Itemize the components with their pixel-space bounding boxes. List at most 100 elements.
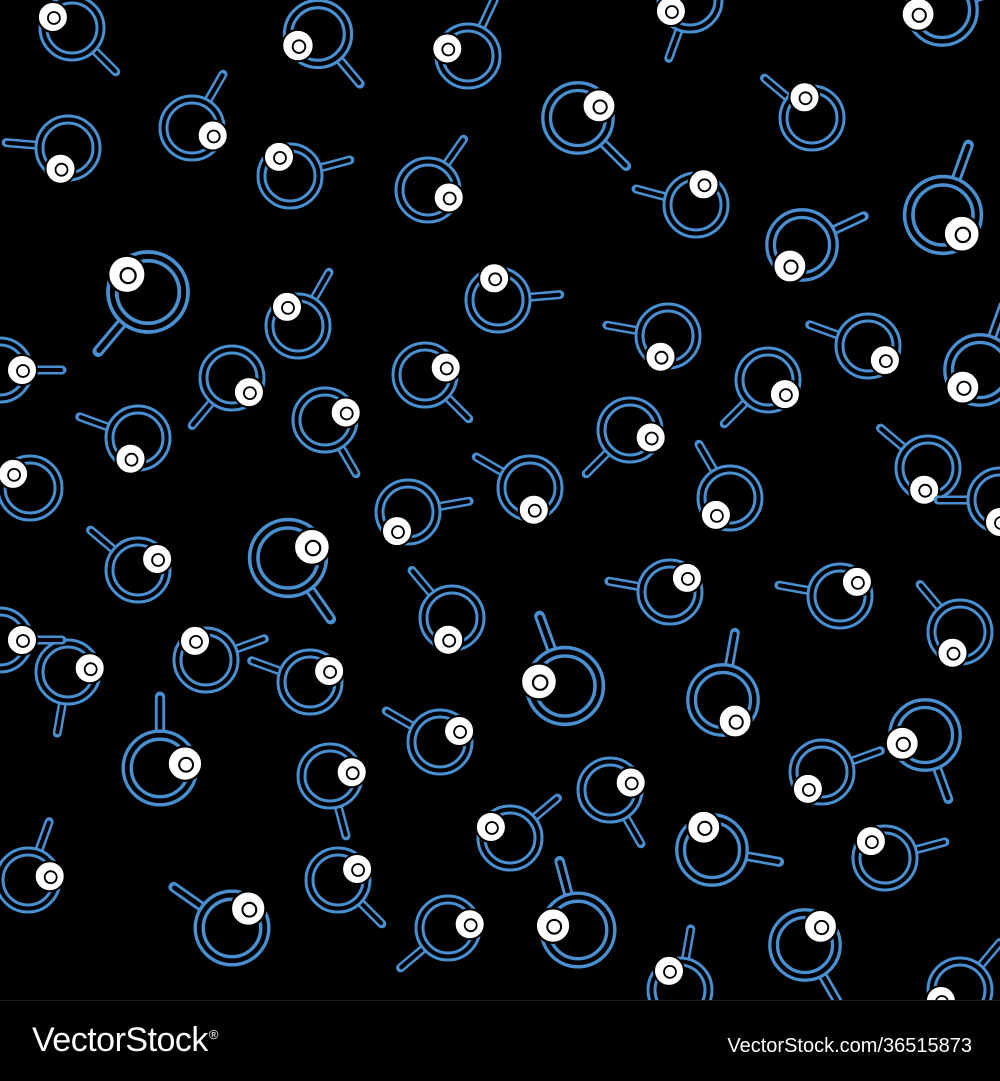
egg-white — [856, 826, 886, 856]
frying-pan-with-egg-icon — [266, 272, 330, 358]
egg-white — [701, 500, 731, 530]
pan-handle-inner — [91, 531, 114, 550]
egg-white — [264, 142, 294, 172]
frying-pan-with-egg-icon — [724, 348, 800, 424]
egg-white — [944, 216, 980, 252]
frying-pan-with-egg-icon — [386, 710, 474, 774]
frying-pan-with-egg-icon — [779, 564, 872, 628]
frying-pan-with-egg-icon — [810, 314, 900, 378]
egg-white — [38, 2, 68, 32]
frying-pan-with-egg-icon — [881, 428, 961, 505]
egg-white — [773, 250, 806, 283]
egg-white — [314, 656, 344, 686]
egg-white — [938, 638, 968, 668]
pan-handle-inner — [534, 799, 557, 818]
frying-pan-with-egg-icon — [886, 700, 960, 799]
egg-white — [790, 82, 820, 112]
pan-handle-inner — [626, 817, 641, 843]
frying-pan-with-egg-icon — [698, 444, 762, 530]
frying-pan-with-egg-icon — [926, 943, 1000, 1001]
frying-pan-with-egg-icon — [543, 83, 626, 166]
pan-handle-inner — [341, 447, 356, 473]
egg-white — [842, 567, 872, 597]
pan-handle-inner — [94, 50, 115, 71]
frying-pan-with-egg-icon — [466, 263, 560, 332]
egg-white — [804, 910, 837, 943]
pan-handle-inner — [587, 452, 608, 473]
frying-pan-with-egg-icon — [36, 640, 105, 733]
frying-pan-with-egg-icon — [192, 346, 264, 426]
frying-pan-with-egg-icon — [298, 744, 367, 836]
egg-white — [793, 774, 823, 804]
egg-white — [536, 908, 571, 943]
frying-pan-with-egg-icon — [432, 0, 500, 88]
egg-white — [337, 757, 367, 787]
pan-handle-inner — [339, 59, 359, 83]
frying-pan-with-egg-icon — [252, 650, 344, 714]
frying-pan-with-egg-icon — [401, 896, 485, 968]
frying-pan-with-egg-icon — [607, 304, 700, 372]
egg-white — [168, 746, 203, 781]
frying-pan-with-egg-icon — [306, 848, 382, 924]
frying-pan-with-egg-icon — [902, 0, 1000, 45]
egg-white — [902, 0, 935, 31]
egg-white — [231, 891, 266, 926]
egg-white — [616, 768, 646, 798]
frying-pan-with-egg-icon — [80, 406, 170, 474]
egg-white — [519, 495, 549, 525]
pan-handle-inner — [477, 458, 503, 473]
egg-white — [444, 716, 474, 746]
egg-white — [294, 529, 330, 565]
egg-white — [108, 256, 146, 294]
frying-pan-with-egg-icon — [920, 585, 992, 668]
egg-white — [583, 89, 616, 122]
pan-handle-inner — [602, 142, 625, 165]
egg-white — [476, 812, 506, 842]
pan-handle-inner — [765, 79, 788, 98]
egg-white — [455, 909, 485, 939]
pan-handle-inner — [881, 429, 904, 448]
frying-pan-with-egg-icon — [160, 74, 228, 160]
frying-pan-with-egg-icon — [293, 388, 361, 474]
frying-pan-with-egg-icon — [250, 520, 331, 619]
egg-white — [35, 861, 65, 891]
frying-pan-with-egg-icon — [0, 822, 65, 912]
frying-pan-with-egg-icon — [609, 560, 702, 624]
egg-white — [719, 705, 752, 738]
egg-white — [142, 544, 172, 574]
seamless-pattern — [0, 0, 1000, 1000]
egg-white — [46, 154, 76, 184]
frying-pan-with-egg-icon — [38, 0, 116, 72]
frying-pan-with-egg-icon — [677, 811, 779, 885]
frying-pan-with-egg-icon — [476, 456, 562, 525]
egg-white — [646, 342, 676, 372]
frying-pan-with-egg-icon — [790, 740, 880, 804]
frying-pan-with-egg-icon — [656, 0, 722, 58]
frying-pan-with-egg-icon — [123, 697, 202, 805]
frying-pan-with-egg-icon — [853, 826, 945, 890]
egg-white — [770, 379, 800, 409]
frying-pan-with-egg-icon — [521, 616, 603, 724]
egg-white — [636, 423, 666, 453]
egg-white — [282, 30, 314, 62]
frying-pan-with-egg-icon — [476, 798, 558, 870]
frying-pan-with-egg-icon — [6, 116, 100, 184]
vectorstock-logo: VectorStock® — [32, 1021, 218, 1060]
egg-white — [654, 956, 684, 986]
pan-handle-inner — [309, 588, 330, 618]
frying-pan-with-egg-icon — [648, 929, 712, 1000]
frying-pan-with-egg-icon — [396, 139, 464, 222]
frying-pan-with-egg-icon — [258, 142, 350, 208]
egg-white — [234, 377, 264, 407]
frying-pan-with-egg-icon — [767, 210, 864, 283]
egg-white — [116, 444, 146, 474]
frying-pan-with-egg-icon — [282, 0, 360, 83]
pan-handle-inner — [446, 140, 463, 165]
egg-white — [886, 727, 919, 760]
frying-pan-with-egg-icon — [945, 306, 1000, 405]
frying-pan-with-egg-icon — [688, 633, 758, 738]
egg-white — [946, 371, 979, 404]
egg-white — [479, 263, 509, 293]
egg-white — [7, 625, 37, 655]
frying-pan-with-egg-icon — [905, 145, 982, 253]
